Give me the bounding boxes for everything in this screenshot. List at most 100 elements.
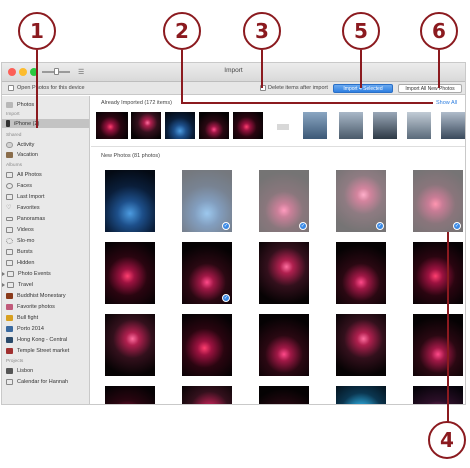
sidebar-item-activity[interactable]: Activity bbox=[6, 140, 88, 149]
sidebar-item-temple-street-market[interactable]: Temple Street market bbox=[6, 346, 88, 355]
sidebar-item-label: Temple Street market bbox=[17, 347, 70, 354]
sidebar-item-hong-kong-central[interactable]: Hong Kong - Central bbox=[6, 335, 88, 344]
open-photos-checkbox[interactable] bbox=[8, 85, 14, 91]
video-icon bbox=[6, 226, 13, 233]
checkmark-icon[interactable]: ✓ bbox=[453, 222, 461, 230]
sidebar-item-lisbon[interactable]: Lisbon bbox=[6, 366, 88, 375]
photo-thumbnail bbox=[182, 314, 232, 376]
sidebar-header-albums: Albums bbox=[6, 163, 22, 168]
imported-thumbnail[interactable] bbox=[441, 112, 465, 139]
imported-thumbnail[interactable] bbox=[199, 112, 229, 139]
sidebar-item-all-photos[interactable]: All Photos bbox=[6, 170, 88, 179]
import-options-bar: Open Photos for this device Delete items… bbox=[2, 82, 465, 95]
sidebar-item-photo-events[interactable]: Photo Events bbox=[2, 269, 84, 278]
new-photo-tile[interactable]: ✓ bbox=[336, 170, 386, 232]
checkmark-icon[interactable]: ✓ bbox=[376, 222, 384, 230]
sidebar-item-hidden[interactable]: Hidden bbox=[6, 258, 88, 267]
sidebar-item-label: Lisbon bbox=[17, 367, 34, 374]
imported-thumbnail[interactable] bbox=[407, 112, 431, 139]
imported-thumbnail[interactable] bbox=[233, 112, 263, 139]
folder-icon bbox=[7, 281, 14, 288]
new-photo-tile[interactable]: ✓ bbox=[182, 170, 232, 232]
folder-icon bbox=[7, 270, 14, 277]
sidebar-header-import: Import bbox=[6, 112, 20, 117]
imported-thumbnail[interactable] bbox=[96, 112, 128, 139]
imported-thumbnail[interactable] bbox=[303, 112, 327, 139]
sidebar-item-slo-mo[interactable]: Slo-mo bbox=[6, 236, 88, 245]
sidebar-item-label: Buddhist Monestary bbox=[17, 292, 66, 299]
sidebar-item-label: Travel bbox=[18, 281, 34, 288]
sidebar-item-iphone[interactable]: iPhone (2) bbox=[2, 119, 89, 128]
import-all-new-button[interactable]: Import All New Photos bbox=[398, 84, 462, 93]
callout-2: 2 bbox=[163, 12, 201, 50]
disclosure-triangle-icon[interactable] bbox=[2, 271, 5, 276]
sidebar-item-bursts[interactable]: Bursts bbox=[6, 247, 88, 256]
sidebar-item-porto-2014[interactable]: Porto 2014 bbox=[6, 324, 88, 333]
new-photo-tile[interactable] bbox=[336, 314, 386, 376]
new-photo-tile[interactable] bbox=[259, 386, 309, 404]
sidebar-item-photos[interactable]: Photos bbox=[6, 100, 88, 109]
sidebar-item-last-import[interactable]: Last Import bbox=[6, 192, 88, 201]
sidebar-item-travel[interactable]: Travel bbox=[2, 280, 84, 289]
new-photo-tile[interactable] bbox=[182, 386, 232, 404]
new-photo-tile[interactable] bbox=[413, 242, 463, 304]
photo-thumbnail bbox=[105, 242, 155, 304]
iphone-icon bbox=[6, 120, 10, 127]
callout-4: 4 bbox=[428, 421, 466, 459]
disclosure-triangle-icon[interactable] bbox=[2, 282, 5, 287]
sidebar-item-label: Porto 2014 bbox=[17, 325, 44, 332]
sidebar-item-videos[interactable]: Videos bbox=[6, 225, 88, 234]
show-all-link[interactable]: Show All bbox=[436, 100, 457, 106]
new-photo-tile[interactable]: ✓ bbox=[182, 242, 232, 304]
new-photo-tile[interactable] bbox=[105, 170, 155, 232]
sidebar-item-favorite-photos[interactable]: Favorite photos bbox=[6, 302, 88, 311]
checkmark-icon[interactable]: ✓ bbox=[222, 294, 230, 302]
faces-icon bbox=[6, 182, 13, 189]
photo-thumbnail bbox=[259, 314, 309, 376]
new-photo-tile[interactable] bbox=[105, 386, 155, 404]
imported-thumbnail[interactable] bbox=[165, 112, 195, 139]
callout-6: 6 bbox=[420, 12, 458, 50]
new-photo-tile[interactable] bbox=[259, 242, 309, 304]
new-photo-tile[interactable] bbox=[336, 386, 386, 404]
imported-thumbnail[interactable] bbox=[131, 112, 161, 139]
new-photo-tile[interactable] bbox=[182, 314, 232, 376]
bursts-icon bbox=[6, 248, 13, 255]
new-photo-tile[interactable]: ✓ bbox=[259, 170, 309, 232]
sidebar-item-faces[interactable]: Faces bbox=[6, 181, 88, 190]
import-window: ☰ Import Open Photos for this device Del… bbox=[1, 62, 466, 405]
sidebar-item-calendar-for-hannah[interactable]: Calendar for Hannah bbox=[6, 377, 88, 386]
photo-thumbnail bbox=[413, 386, 463, 404]
sidebar-item-panoramas[interactable]: Panoramas bbox=[6, 214, 88, 223]
sidebar-item-label: Panoramas bbox=[17, 215, 46, 222]
sidebar-item-label: Favorites bbox=[17, 204, 40, 211]
sidebar-item-favorites[interactable]: ♡ Favorites bbox=[6, 203, 88, 212]
checkmark-icon[interactable]: ✓ bbox=[222, 222, 230, 230]
new-photo-tile[interactable] bbox=[413, 314, 463, 376]
new-photo-tile[interactable]: ✓ bbox=[413, 170, 463, 232]
photo-thumbnail bbox=[105, 386, 155, 404]
imported-thumbnail[interactable] bbox=[373, 112, 397, 139]
album-thumb-icon bbox=[6, 336, 13, 343]
book-icon bbox=[6, 367, 13, 374]
new-photo-tile[interactable] bbox=[105, 242, 155, 304]
new-photo-tile[interactable] bbox=[336, 242, 386, 304]
sidebar-item-bull-fight[interactable]: Bull fight bbox=[6, 313, 88, 322]
new-photo-tile[interactable] bbox=[105, 314, 155, 376]
last-import-icon bbox=[6, 193, 13, 200]
sidebar-item-buddhist-monestary[interactable]: Buddhist Monestary bbox=[6, 291, 88, 300]
imported-thumbnail[interactable] bbox=[339, 112, 363, 139]
new-photo-tile[interactable] bbox=[413, 386, 463, 404]
photo-thumbnail bbox=[413, 242, 463, 304]
new-photo-tile[interactable] bbox=[259, 314, 309, 376]
imported-thumbnail[interactable] bbox=[277, 124, 289, 130]
photo-thumbnail bbox=[259, 386, 309, 404]
checkmark-icon[interactable]: ✓ bbox=[299, 222, 307, 230]
callout-3: 3 bbox=[243, 12, 281, 50]
sidebar-item-label: All Photos bbox=[17, 171, 42, 178]
sidebar-item-label: Hidden bbox=[17, 259, 35, 266]
import-selected-button[interactable]: Import 4 Selected bbox=[333, 84, 393, 93]
sidebar-item-vacation[interactable]: Vacation bbox=[6, 150, 88, 159]
photo-thumbnail bbox=[259, 242, 309, 304]
heart-icon: ♡ bbox=[6, 204, 12, 211]
